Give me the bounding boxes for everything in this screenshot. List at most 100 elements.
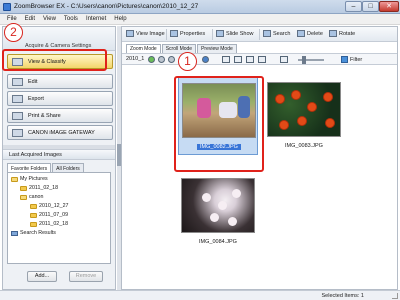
tab-zoom-mode[interactable]: Zoom Mode [126, 44, 161, 53]
photo-cherry-blossoms [181, 178, 255, 233]
menu-help[interactable]: Help [110, 14, 130, 24]
photo-detail [218, 201, 227, 210]
search-button[interactable]: Search [263, 30, 290, 37]
photo-detail [326, 119, 334, 127]
menu-edit[interactable]: Edit [21, 14, 39, 24]
properties-icon [170, 30, 178, 37]
photo-detail [308, 103, 316, 111]
view-image-button[interactable]: View Image [126, 30, 165, 37]
slide-show-button[interactable]: Slide Show [216, 30, 254, 37]
folder-icon [30, 221, 37, 227]
export-icon [12, 95, 23, 103]
menu-bar: File Edit View Tools Internet Help [0, 14, 400, 25]
tree-item-label: 2011_07_09 [39, 212, 69, 218]
photo-detail [228, 217, 237, 226]
tree-item-search-results[interactable]: Search Results [11, 230, 56, 236]
rotate-button[interactable]: Rotate [329, 30, 355, 37]
last-acquired-label: Last Acquired Images [9, 152, 62, 158]
close-button[interactable]: ✕ [379, 1, 399, 12]
add-folder-button[interactable]: Add... [27, 271, 57, 282]
tree-item-label: 2011_02_18 [29, 185, 59, 191]
menu-internet[interactable]: Internet [82, 14, 110, 24]
toolbar-separator [166, 29, 167, 40]
rotate-label: Rotate [339, 30, 356, 37]
info-icon[interactable] [202, 56, 209, 63]
photo-detail [298, 117, 306, 125]
tree-item-canon[interactable]: canon [20, 194, 43, 200]
delete-icon [297, 30, 305, 37]
photo-detail [324, 93, 332, 101]
toolbar: View Image Properties Slide Show Search … [122, 27, 397, 42]
toolbar-separator [212, 29, 213, 40]
photo-detail [276, 95, 284, 103]
folder-icon [20, 185, 27, 191]
printer-icon [12, 112, 23, 120]
view-image-label: View Image [136, 30, 165, 37]
tab-preview-mode[interactable]: Preview Mode [197, 44, 237, 53]
edit-task-button[interactable]: Edit [7, 74, 113, 89]
globe-icon [12, 129, 23, 137]
window-title: ZoomBrowser EX - C:\Users\canon\Pictures… [14, 3, 199, 10]
list-view-icon[interactable] [258, 56, 266, 63]
photo-detail [292, 91, 300, 99]
tree-item-2011-07-09[interactable]: 2011_07_09 [30, 212, 68, 218]
properties-label: Properties [180, 30, 206, 37]
mode-tabs: Zoom Mode Scroll Mode Preview Mode [126, 44, 238, 53]
menu-tools[interactable]: Tools [60, 14, 82, 24]
thumbnail-caption: IMG_0083.JPG [285, 143, 323, 149]
tree-item-2011-02-18[interactable]: 2011_02_18 [20, 185, 58, 191]
slide-show-label: Slide Show [226, 30, 254, 37]
filter-label: Filter [350, 56, 363, 63]
thumbnail-size-icon[interactable] [280, 56, 288, 63]
slide-show-icon [216, 30, 224, 37]
grid-view-icon[interactable] [246, 56, 254, 63]
zoom-tool-icon[interactable] [234, 56, 242, 63]
thumbnail-img-0083[interactable]: IMG_0083.JPG [264, 77, 344, 155]
refresh-icon[interactable] [148, 56, 155, 63]
folder-tree[interactable]: My Pictures 2011_02_18 canon 2010_12_27 … [7, 172, 111, 264]
remove-folder-button[interactable]: Remove [69, 271, 103, 282]
folder-icon [30, 212, 37, 218]
export-task-button[interactable]: Export [7, 91, 113, 106]
forward-icon[interactable] [168, 56, 175, 63]
app-icon [3, 3, 11, 11]
view-image-icon [126, 30, 134, 37]
tree-item-2011-02-18-sub[interactable]: 2011_02_18 [30, 221, 68, 227]
callout-badge-2: 2 [4, 23, 23, 42]
tree-item-label: My Pictures [20, 176, 48, 182]
folder-open-icon [11, 176, 18, 182]
thumbnail-caption: IMG_0084.JPG [199, 239, 237, 245]
folder-path[interactable]: 2010_1 [126, 56, 144, 62]
thumbnail-img-0084[interactable]: IMG_0084.JPG [178, 173, 258, 251]
minimize-button[interactable]: – [345, 1, 362, 12]
menu-view[interactable]: View [39, 14, 60, 24]
highlight-frame-thumbnail [174, 76, 264, 172]
print-share-button[interactable]: Print & Share [7, 108, 113, 123]
navigation-bar: 2010_1 Filter [122, 53, 397, 65]
photo-red-flowers [267, 82, 341, 137]
delete-label: Delete [307, 30, 323, 37]
folder-open-icon [20, 194, 27, 200]
callout-badge-1: 1 [178, 52, 197, 71]
tree-item-label: 2011_02_18 [39, 221, 69, 227]
image-gateway-button[interactable]: CANON iMAGE GATEWAY [7, 125, 113, 140]
tree-item-my-pictures[interactable]: My Pictures [11, 176, 48, 182]
tree-item-label: 2010_12_27 [39, 203, 69, 209]
resize-grip-icon[interactable] [392, 293, 398, 299]
photo-detail [210, 213, 219, 222]
last-acquired-header[interactable]: Last Acquired Images [3, 149, 115, 160]
slider-knob[interactable] [302, 56, 306, 64]
back-icon[interactable] [158, 56, 165, 63]
delete-button[interactable]: Delete [297, 30, 323, 37]
title-bar: ZoomBrowser EX - C:\Users\canon\Pictures… [0, 0, 400, 14]
maximize-button[interactable]: □ [362, 1, 379, 12]
tree-item-2010-12-27[interactable]: 2010_12_27 [30, 203, 68, 209]
toolbar-separator [259, 29, 260, 40]
properties-button[interactable]: Properties [170, 30, 205, 37]
select-tool-icon[interactable] [222, 56, 230, 63]
edit-icon [12, 78, 23, 86]
status-selected-items: Selected Items: 1 [321, 293, 365, 299]
filter-button[interactable]: Filter [341, 56, 362, 63]
thumbnail-size-slider[interactable] [298, 56, 324, 64]
filter-icon [341, 56, 348, 63]
